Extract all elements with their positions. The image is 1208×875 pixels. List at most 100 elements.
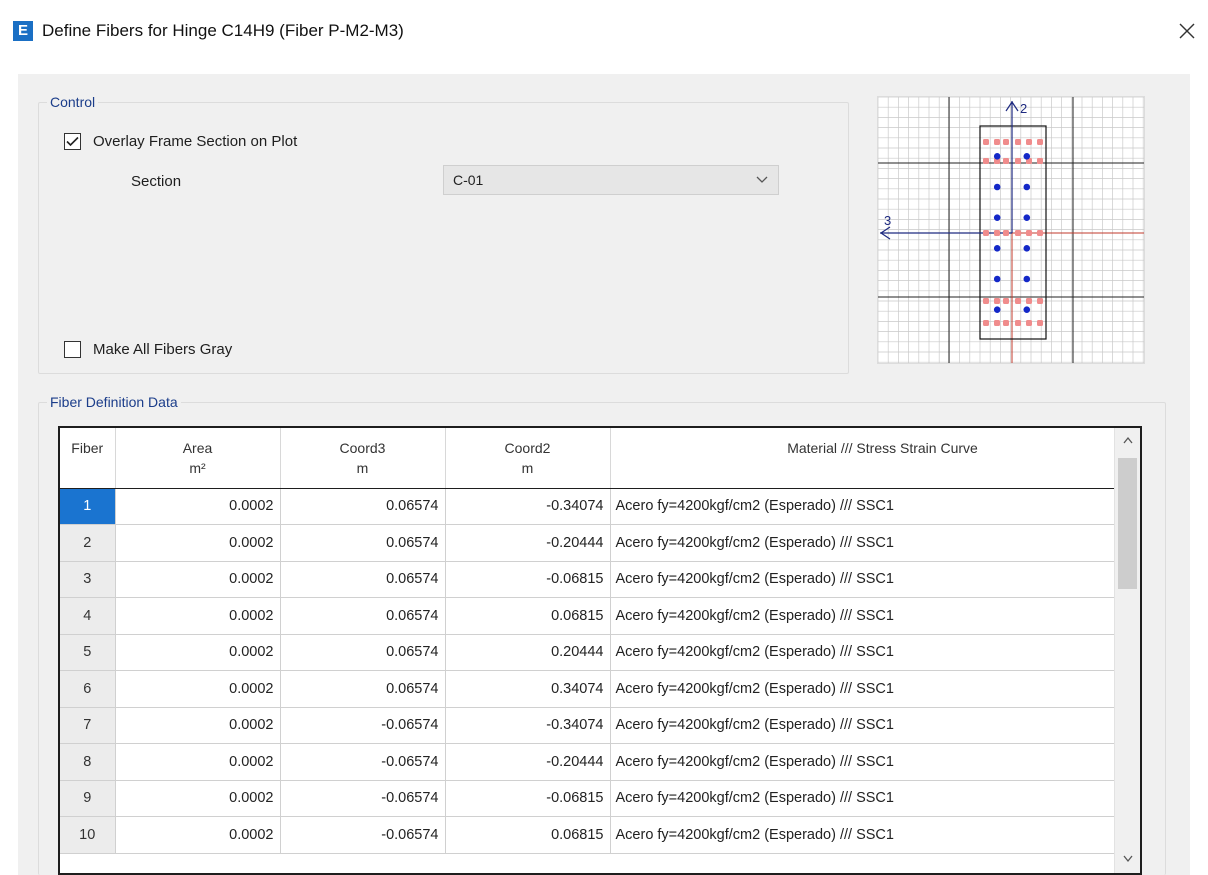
row-header[interactable]: 4 bbox=[60, 597, 116, 635]
cell-coord2[interactable]: 0.06815 bbox=[445, 597, 611, 635]
steel-fiber-marker bbox=[1023, 183, 1031, 191]
concrete-fiber-marker bbox=[1015, 320, 1021, 326]
column-header-coord2[interactable]: Coord2 m bbox=[445, 428, 611, 489]
make-all-fibers-gray-checkbox[interactable]: Make All Fibers Gray bbox=[64, 339, 232, 359]
title-bar: E Define Fibers for Hinge C14H9 (Fiber P… bbox=[0, 0, 1208, 66]
cell-material[interactable]: Acero fy=4200kgf/cm2 (Esperado) /// SSC1 bbox=[610, 634, 1117, 671]
cell-coord3[interactable]: 0.06574 bbox=[280, 634, 446, 671]
table-row[interactable]: 10 0.0002 -0.06574 0.06815 Acero fy=4200… bbox=[60, 816, 1117, 854]
cell-coord2[interactable]: -0.06815 bbox=[445, 780, 611, 817]
table-row[interactable]: 2 0.0002 0.06574 -0.20444 Acero fy=4200k… bbox=[60, 524, 1117, 562]
chevron-down-icon[interactable] bbox=[1123, 855, 1133, 863]
cell-area[interactable]: 0.0002 bbox=[115, 816, 281, 854]
table-row[interactable]: 8 0.0002 -0.06574 -0.20444 Acero fy=4200… bbox=[60, 743, 1117, 781]
concrete-fiber-marker bbox=[1003, 230, 1009, 236]
concrete-fiber-marker bbox=[1003, 298, 1009, 304]
cell-area[interactable]: 0.0002 bbox=[115, 743, 281, 781]
cell-area[interactable]: 0.0002 bbox=[115, 597, 281, 635]
row-header[interactable]: 1 bbox=[60, 488, 116, 525]
concrete-fiber-marker bbox=[1026, 320, 1032, 326]
row-header[interactable]: 3 bbox=[60, 561, 116, 598]
steel-fiber-marker bbox=[993, 245, 1001, 252]
close-button[interactable] bbox=[1170, 14, 1204, 48]
column-header-fiber[interactable]: Fiber bbox=[60, 428, 116, 489]
axis-3-label: 3 bbox=[884, 213, 891, 228]
overlay-frame-section-checkbox[interactable]: Overlay Frame Section on Plot bbox=[64, 131, 297, 151]
overlay-checkbox-box[interactable] bbox=[64, 132, 81, 150]
steel-fiber-marker bbox=[1023, 245, 1031, 252]
cell-area[interactable]: 0.0002 bbox=[115, 670, 281, 708]
table-row[interactable]: 4 0.0002 0.06574 0.06815 Acero fy=4200kg… bbox=[60, 597, 1117, 635]
concrete-fiber-marker bbox=[1026, 298, 1032, 304]
concrete-fiber-marker bbox=[983, 320, 989, 326]
cell-material[interactable]: Acero fy=4200kgf/cm2 (Esperado) /// SSC1 bbox=[610, 561, 1117, 598]
cell-coord3[interactable]: 0.06574 bbox=[280, 488, 446, 525]
cell-material[interactable]: Acero fy=4200kgf/cm2 (Esperado) /// SSC1 bbox=[610, 816, 1117, 854]
steel-fiber-marker bbox=[993, 306, 1001, 313]
cell-coord2[interactable]: 0.34074 bbox=[445, 670, 611, 708]
cell-coord3[interactable]: -0.06574 bbox=[280, 816, 446, 854]
chevron-up-icon[interactable] bbox=[1123, 436, 1133, 444]
row-header[interactable]: 5 bbox=[60, 634, 116, 671]
cell-coord3[interactable]: 0.06574 bbox=[280, 597, 446, 635]
cell-area[interactable]: 0.0002 bbox=[115, 780, 281, 817]
row-header[interactable]: 7 bbox=[60, 707, 116, 744]
table-vertical-scrollbar[interactable] bbox=[1114, 428, 1140, 873]
concrete-fiber-marker bbox=[1015, 139, 1021, 145]
cell-area[interactable]: 0.0002 bbox=[115, 634, 281, 671]
cell-coord2[interactable]: -0.20444 bbox=[445, 524, 611, 562]
column-header-coord3[interactable]: Coord3 m bbox=[280, 428, 446, 489]
section-dropdown[interactable]: C-01 bbox=[443, 165, 779, 195]
cell-coord3[interactable]: -0.06574 bbox=[280, 707, 446, 744]
fiber-data-grid[interactable]: Fiber Area m² Coord3 m Coord2 m Material //… bbox=[58, 426, 1142, 875]
concrete-fiber-marker bbox=[983, 230, 989, 236]
column-header-material[interactable]: Material /// Stress Strain Curve bbox=[610, 428, 1117, 489]
steel-fiber-marker bbox=[1023, 214, 1031, 221]
cell-material[interactable]: Acero fy=4200kgf/cm2 (Esperado) /// SSC1 bbox=[610, 524, 1117, 562]
cell-coord3[interactable]: 0.06574 bbox=[280, 670, 446, 708]
cell-coord2[interactable]: -0.06815 bbox=[445, 561, 611, 598]
row-header[interactable]: 8 bbox=[60, 743, 116, 781]
table-row[interactable]: 6 0.0002 0.06574 0.34074 Acero fy=4200kg… bbox=[60, 670, 1117, 708]
table-row[interactable]: 9 0.0002 -0.06574 -0.06815 Acero fy=4200… bbox=[60, 780, 1117, 817]
cell-area[interactable]: 0.0002 bbox=[115, 561, 281, 598]
concrete-fiber-marker bbox=[994, 230, 1000, 236]
concrete-fiber-marker bbox=[983, 139, 989, 145]
concrete-fiber-marker bbox=[1003, 320, 1009, 326]
cell-material[interactable]: Acero fy=4200kgf/cm2 (Esperado) /// SSC1 bbox=[610, 597, 1117, 635]
concrete-fiber-marker bbox=[1015, 298, 1021, 304]
row-header[interactable]: 9 bbox=[60, 780, 116, 817]
cell-material[interactable]: Acero fy=4200kgf/cm2 (Esperado) /// SSC1 bbox=[610, 743, 1117, 781]
gray-checkbox-box[interactable] bbox=[64, 340, 81, 358]
fiber-section-plot[interactable]: 2 3 bbox=[877, 96, 1145, 364]
cell-area[interactable]: 0.0002 bbox=[115, 707, 281, 744]
cell-coord2[interactable]: 0.06815 bbox=[445, 816, 611, 854]
cell-coord3[interactable]: -0.06574 bbox=[280, 780, 446, 817]
cell-material[interactable]: Acero fy=4200kgf/cm2 (Esperado) /// SSC1 bbox=[610, 488, 1117, 525]
plot-major-grid bbox=[878, 97, 1144, 363]
scrollbar-thumb[interactable] bbox=[1118, 458, 1137, 589]
table-row[interactable]: 5 0.0002 0.06574 0.20444 Acero fy=4200kg… bbox=[60, 634, 1117, 671]
cell-coord3[interactable]: 0.06574 bbox=[280, 524, 446, 562]
cell-coord3[interactable]: 0.06574 bbox=[280, 561, 446, 598]
column-header-area[interactable]: Area m² bbox=[115, 428, 281, 489]
cell-area[interactable]: 0.0002 bbox=[115, 524, 281, 562]
cell-coord2[interactable]: -0.34074 bbox=[445, 488, 611, 525]
row-header[interactable]: 2 bbox=[60, 524, 116, 562]
table-row[interactable]: 1 0.0002 0.06574 -0.34074 Acero fy=4200k… bbox=[60, 488, 1117, 525]
cell-material[interactable]: Acero fy=4200kgf/cm2 (Esperado) /// SSC1 bbox=[610, 670, 1117, 708]
cell-coord2[interactable]: 0.20444 bbox=[445, 634, 611, 671]
table-row[interactable]: 3 0.0002 0.06574 -0.06815 Acero fy=4200k… bbox=[60, 561, 1117, 598]
cell-coord3[interactable]: -0.06574 bbox=[280, 743, 446, 781]
cell-coord2[interactable]: -0.34074 bbox=[445, 707, 611, 744]
row-header[interactable]: 6 bbox=[60, 670, 116, 708]
cell-coord2[interactable]: -0.20444 bbox=[445, 743, 611, 781]
plot-minor-grid bbox=[877, 96, 1144, 363]
cell-area[interactable]: 0.0002 bbox=[115, 488, 281, 525]
fiber-plot-canvas: 2 3 bbox=[877, 96, 1144, 363]
fiber-table: Fiber Area m² Coord3 m Coord2 m Material //… bbox=[60, 428, 1117, 854]
row-header[interactable]: 10 bbox=[60, 816, 116, 854]
table-row[interactable]: 7 0.0002 -0.06574 -0.34074 Acero fy=4200… bbox=[60, 707, 1117, 744]
cell-material[interactable]: Acero fy=4200kgf/cm2 (Esperado) /// SSC1 bbox=[610, 707, 1117, 744]
cell-material[interactable]: Acero fy=4200kgf/cm2 (Esperado) /// SSC1 bbox=[610, 780, 1117, 817]
